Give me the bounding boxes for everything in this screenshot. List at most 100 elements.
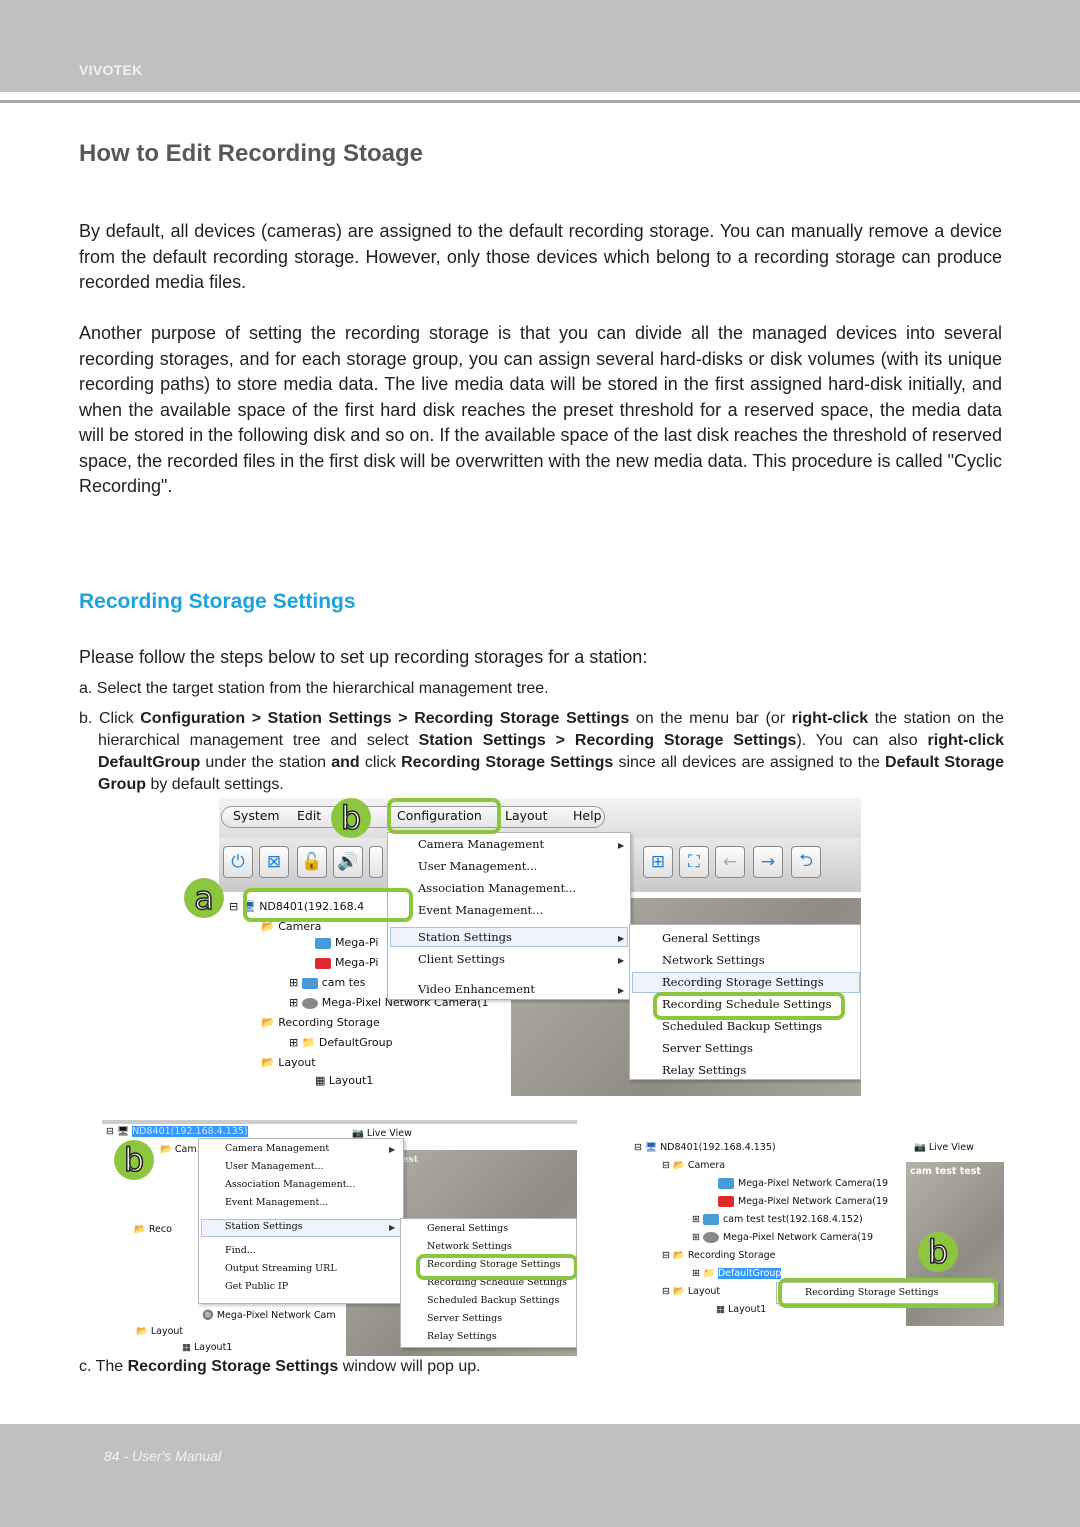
step-c: c. The Recording Storage Settings window… (79, 1358, 481, 1375)
sub-scheduled-backup-settings[interactable]: Scheduled Backup Settings (427, 1295, 559, 1306)
highlight-recording-storage-settings (778, 1278, 998, 1308)
paragraph-2: Another purpose of setting the recording… (79, 323, 1002, 496)
power-icon[interactable]: ⏻ (223, 846, 253, 878)
submenu-network-settings[interactable]: Network Settings (662, 953, 765, 967)
fullscreen-icon[interactable]: ⛶ (679, 846, 709, 878)
tree-recording-storage[interactable]: ⊟ 📂 Recording Storage (662, 1250, 776, 1261)
page-number: 84 - User's Manual (104, 1448, 222, 1464)
partial-icon[interactable] (369, 846, 383, 878)
submenu-scheduled-backup-settings[interactable]: Scheduled Backup Settings (662, 1019, 822, 1033)
submenu-general-settings[interactable]: General Settings (662, 931, 760, 945)
menu-user-management[interactable]: User Management... (418, 859, 537, 873)
camera-icon (301, 977, 318, 989)
tree-camera-folder[interactable]: 📂 Cam (160, 1144, 197, 1155)
highlight-recording-storage-settings (416, 1254, 577, 1280)
ctx-event-management[interactable]: Event Management... (225, 1197, 328, 1208)
page-title: How to Edit Recording Stoage (79, 140, 424, 167)
sub-server-settings[interactable]: Server Settings (427, 1313, 502, 1324)
submenu-server-settings[interactable]: Server Settings (662, 1041, 753, 1055)
configuration-menu: Camera Management ▶ User Management... As… (387, 832, 631, 1000)
highlight-configuration (387, 798, 501, 834)
brand-logo: VIVOTEK (79, 62, 143, 78)
section-intro: Please follow the steps below to set up … (79, 647, 648, 667)
badge-b-3: b (918, 1232, 958, 1272)
sub-general-settings[interactable]: General Settings (427, 1223, 508, 1234)
station-settings-submenu: General Settings Network Settings Record… (400, 1218, 577, 1348)
layout-grid-icon[interactable]: ⊞ (643, 846, 673, 878)
page-header: VIVOTEK (0, 0, 1080, 92)
ctx-find[interactable]: Find... (225, 1245, 256, 1256)
badge-b: b (331, 798, 371, 838)
tree-layout-folder[interactable]: ⊟ 📂 Layout (662, 1286, 720, 1297)
tree-camera-1[interactable]: Mega-Pixel Network Camera(19 (718, 1178, 888, 1189)
sub-relay-settings[interactable]: Relay Settings (427, 1331, 497, 1342)
ctx-association-management[interactable]: Association Management... (225, 1179, 356, 1190)
tree-camera-4[interactable]: ⊞ Mega-Pixel Network Camera(19 (692, 1232, 873, 1243)
camera-offline-icon (315, 957, 331, 969)
tree-layout1[interactable]: ▦ Layout1 (716, 1304, 766, 1315)
tree-default-group[interactable]: ⊞ 📁 DefaultGroup (289, 1036, 393, 1049)
menu-camera-management[interactable]: Camera Management (418, 837, 544, 851)
ctx-get-public-ip[interactable]: Get Public IP (225, 1281, 288, 1292)
tree-layout-folder[interactable]: 📂 Layout (261, 1056, 316, 1069)
sub-network-settings[interactable]: Network Settings (427, 1241, 512, 1252)
highlight-schedule-settings (653, 992, 845, 1020)
tree-recording-storage[interactable]: 📂 Recording Storage (261, 1016, 380, 1029)
disconnect-icon[interactable]: ⊠ (259, 846, 289, 878)
section-title: Recording Storage Settings (79, 590, 356, 613)
submenu-recording-storage-settings[interactable]: Recording Storage Settings (662, 975, 824, 989)
step-a: a. Select the target station from the hi… (79, 680, 549, 697)
tree-camera-folder[interactable]: ⊟ 📂 Camera (662, 1160, 725, 1171)
dome-camera-icon (702, 1232, 719, 1243)
menu-video-enhancement[interactable]: Video Enhancement (418, 982, 535, 996)
tree-camera-4[interactable]: 🔘 Mega-Pixel Network Cam (202, 1310, 336, 1321)
tree-camera-3[interactable]: ⊞ cam test test(192.168.4.152) (692, 1214, 863, 1225)
tree-station[interactable]: ⊟ 🖥 ND8401(192.168.4.135) (106, 1126, 248, 1137)
tree-camera-2[interactable]: Mega-Pixel Network Camera(19 (718, 1196, 888, 1207)
ctx-user-management[interactable]: User Management... (225, 1161, 324, 1172)
menu-edit[interactable]: Edit (297, 808, 321, 823)
back-arrow-icon[interactable]: ← (715, 846, 745, 878)
ctx-camera-management[interactable]: Camera Management (225, 1143, 329, 1154)
highlight-station (243, 888, 413, 922)
forward-arrow-icon[interactable]: → (753, 846, 783, 878)
ctx-station-settings[interactable]: Station Settings (225, 1221, 303, 1232)
screenshot-menu-bar: System Edit Configuration Layout Help ⏻ … (219, 798, 861, 1096)
step-b: b. Click Configuration > Station Setting… (79, 710, 1005, 793)
badge-a: a (184, 878, 224, 918)
tree-recording-folder[interactable]: 📂 Reco (134, 1224, 172, 1235)
menu-layout[interactable]: Layout (505, 808, 548, 823)
menu-system[interactable]: System (233, 808, 280, 823)
menu-association-management[interactable]: Association Management... (418, 881, 576, 895)
screenshot-right-click-station: ⊟ 🖥 ND8401(192.168.4.135) 📂 Cam 📂 Reco 🔘… (102, 1120, 577, 1356)
ctx-output-streaming-url[interactable]: Output Streaming URL (225, 1263, 337, 1274)
tree-camera-3[interactable]: ⊞ cam tes (289, 976, 366, 989)
menu-station-settings[interactable]: Station Settings (418, 930, 512, 944)
camera-icon (315, 937, 331, 949)
camera-icon (718, 1178, 734, 1189)
camera-offline-icon (718, 1196, 734, 1207)
return-icon[interactable]: ⮌ (791, 846, 821, 878)
speaker-icon[interactable]: 🔊 (333, 846, 363, 878)
paragraph-1: By default, all devices (cameras) are as… (79, 221, 1002, 292)
lock-icon[interactable]: 🔓 (297, 846, 327, 878)
badge-b-2: b (114, 1140, 154, 1180)
menu-client-settings[interactable]: Client Settings (418, 952, 505, 966)
tree-layout1[interactable]: ▦ Layout1 (182, 1342, 232, 1353)
submenu-relay-settings[interactable]: Relay Settings (662, 1063, 746, 1077)
tree-layout1[interactable]: ▦ Layout1 (315, 1074, 373, 1087)
screenshot-right-click-defaultgroup: ⊟ 🖥 ND8401(192.168.4.135) ⊟ 📂 Camera Meg… (628, 1136, 1004, 1326)
header-divider (0, 100, 1080, 103)
menu-help[interactable]: Help (573, 808, 602, 823)
camera-icon (702, 1214, 719, 1225)
dome-camera-icon (301, 997, 318, 1009)
context-menu: Camera Management ▶ User Management... As… (198, 1138, 404, 1304)
tree-layout-folder[interactable]: 📂 Layout (136, 1326, 183, 1337)
tree-camera-1[interactable]: Mega-Pi (315, 936, 378, 949)
page-footer (0, 1424, 1080, 1527)
tab-live-view[interactable]: 📷 Live View (914, 1142, 974, 1153)
tree-station[interactable]: ⊟ 🖥 ND8401(192.168.4.135) (634, 1142, 776, 1153)
tree-default-group[interactable]: ⊞ 📁 DefaultGroup (692, 1268, 782, 1279)
menu-event-management[interactable]: Event Management... (418, 903, 543, 917)
tree-camera-2[interactable]: Mega-Pi (315, 956, 378, 969)
